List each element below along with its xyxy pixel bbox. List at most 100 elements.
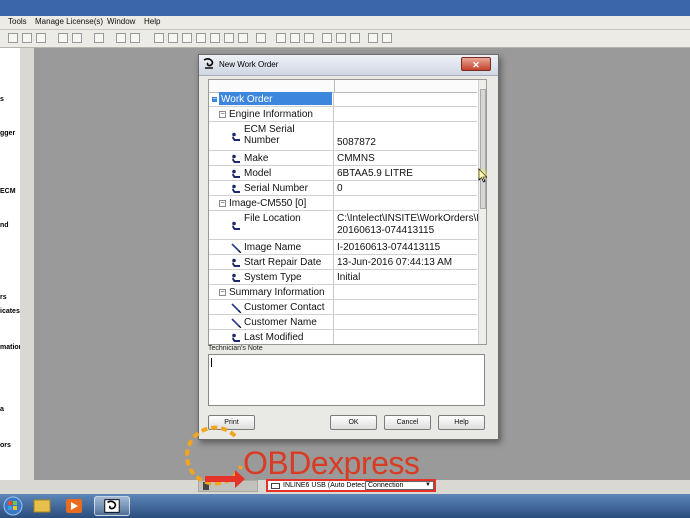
property-label: Work Order [221,94,273,105]
toolbar-button[interactable] [276,33,286,43]
property-cell: System Type [209,270,334,284]
value-cell[interactable] [335,107,477,121]
grid-row[interactable]: Make CMMNS [209,151,477,166]
value-cell[interactable]: CMMNS [335,151,477,165]
property-value: 5087872 [337,137,376,148]
value-cell[interactable]: 13-Jun-2016 07:44:13 AM [335,255,477,269]
toolbar-button[interactable] [382,33,392,43]
cancel-button[interactable]: Cancel [384,415,431,430]
grid-row[interactable]: System Type Initial [209,270,477,285]
close-button[interactable]: ✕ [461,57,491,71]
collapse-toggle-icon[interactable]: − [219,289,226,296]
toolbar-button[interactable] [36,33,46,43]
value-cell[interactable] [335,315,477,329]
person-icon [232,169,240,178]
grid-row[interactable]: − Engine Information [209,107,477,122]
connection-select[interactable]: Connection ▼ [365,481,434,490]
value-cell[interactable]: 6BTAA5.9 LITRE [335,166,477,180]
toolbar-button[interactable] [368,33,378,43]
start-button-icon[interactable] [2,496,24,516]
toolbar-button[interactable] [182,33,192,43]
toolbar-button[interactable] [196,33,206,43]
grid-row[interactable]: ECM Serial Number 5087872 [209,122,477,151]
toolbar-button[interactable] [210,33,220,43]
grid-row[interactable]: Serial Number 0 [209,181,477,196]
toolbar-button[interactable] [116,33,126,43]
toolbar-button[interactable] [256,33,266,43]
property-label: Model [244,168,272,179]
property-label: Start Repair Date [244,257,322,268]
property-label: Customer Name [244,317,317,328]
menu-manage-licenses[interactable]: Manage License(s) [35,17,103,26]
collapse-toggle-icon[interactable]: − [219,111,226,118]
scrollbar-thumb[interactable] [480,89,486,209]
property-label: ECM Serial Number [244,124,295,146]
collapse-toggle-icon[interactable]: − [211,96,218,103]
technician-note-input[interactable] [208,354,485,406]
value-cell[interactable] [335,330,477,344]
adapter-icon [271,483,280,489]
person-icon [232,132,240,141]
toolbar-button[interactable] [72,33,82,43]
toolbar-button[interactable] [130,33,140,43]
media-player-icon[interactable] [56,496,92,516]
value-cell[interactable]: Initial [335,270,477,284]
menu-window[interactable]: Window [107,17,135,26]
dialog-title-bar[interactable]: New Work Order ✕ [199,55,498,76]
menu-help[interactable]: Help [144,17,160,26]
left-panel: s gger ECM nd rs icates mation a ors [0,48,21,480]
print-button[interactable]: Print [208,415,255,430]
toolbar-button[interactable] [304,33,314,43]
toolbar-button[interactable] [238,33,248,43]
left-panel-label: a [0,406,4,413]
grid-row[interactable]: − Work Order [209,92,477,107]
explorer-icon[interactable] [24,496,60,516]
grid-row[interactable]: Image Name I-20160613-074413115 [209,240,477,255]
toolbar-button[interactable] [22,33,32,43]
property-cell: Last Modified [209,330,334,344]
toolbar-button[interactable] [168,33,178,43]
value-cell[interactable]: 0 [335,181,477,195]
value-cell[interactable]: C:\Intelect\INSITE\WorkOrders\I-20160613… [335,211,483,239]
person-icon [232,333,240,342]
grid-row[interactable]: Start Repair Date 13-Jun-2016 07:44:13 AM [209,255,477,270]
help-button[interactable]: Help [438,415,485,430]
toolbar-button[interactable] [336,33,346,43]
toolbar-button[interactable] [58,33,68,43]
toolbar-button[interactable] [350,33,360,43]
toolbar-button[interactable] [94,33,104,43]
insite-app-icon[interactable] [94,496,130,516]
ok-button[interactable]: OK [330,415,377,430]
value-cell[interactable]: I-20160613-074413115 [335,240,477,254]
property-grid[interactable]: − Work Order − Engine Information ECM Serial… [208,79,487,345]
grid-row[interactable]: Last Modified [209,330,477,344]
grid-row[interactable]: Customer Name [209,315,477,330]
value-cell[interactable] [335,92,477,106]
text-caret [211,358,212,367]
property-label: Summary Information [229,287,325,298]
value-cell[interactable] [335,196,477,210]
pen-icon [231,302,242,313]
person-icon [232,273,240,282]
splitter[interactable] [20,48,34,480]
menu-tools[interactable]: Tools [8,17,27,26]
grid-row[interactable]: File Location C:\Intelect\INSITE\WorkOrde… [209,211,483,240]
value-cell[interactable]: 5087872 [335,122,477,150]
pen-icon [231,317,242,328]
grid-row[interactable]: Customer Contact [209,300,477,315]
grid-row[interactable]: − Image-CM550 [0] [209,196,477,211]
grid-row[interactable]: Model 6BTAA5.9 LITRE [209,166,477,181]
value-cell[interactable] [335,300,477,314]
collapse-toggle-icon[interactable]: − [219,200,226,207]
toolbar-button[interactable] [290,33,300,43]
toolbar-button[interactable] [322,33,332,43]
toolbar-button[interactable] [8,33,18,43]
property-cell: Model [209,166,334,180]
grid-row[interactable]: − Summary Information [209,285,477,300]
toolbar-button[interactable] [224,33,234,43]
connection-select-value: Connection [368,482,404,489]
value-cell[interactable] [335,285,477,299]
property-value: C:\Intelect\INSITE\WorkOrders\I-20160613… [337,213,483,236]
toolbar-button[interactable] [154,33,164,43]
vertical-scrollbar[interactable] [478,80,486,344]
